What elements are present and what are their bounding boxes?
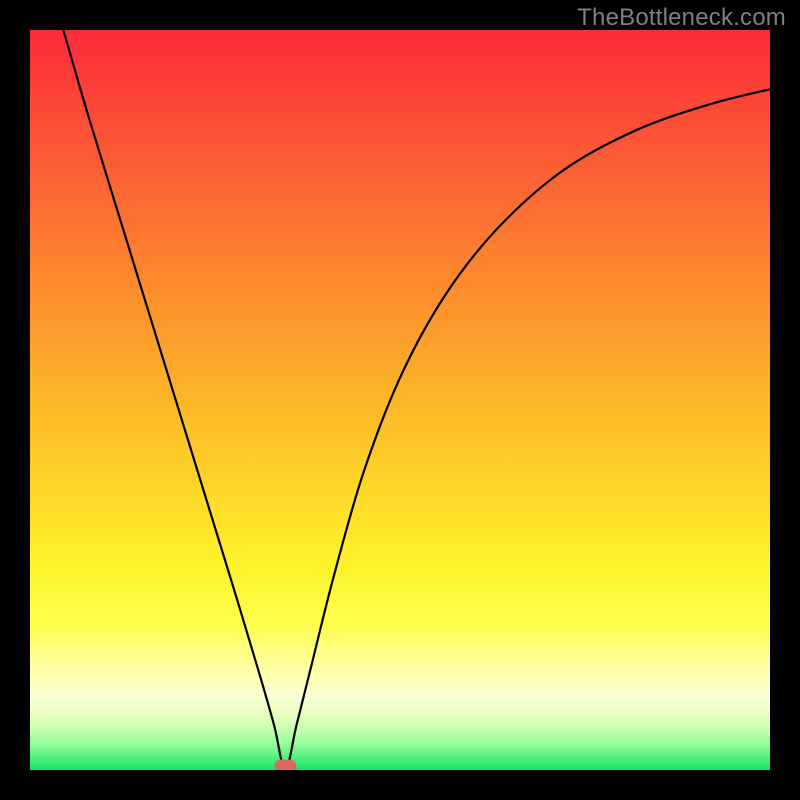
plot-area [30,30,770,770]
minimum-marker [274,760,296,771]
watermark-text: TheBottleneck.com [577,4,786,32]
chart-frame: TheBottleneck.com [0,0,800,800]
chart-svg [30,30,770,770]
gradient-background [30,30,770,770]
